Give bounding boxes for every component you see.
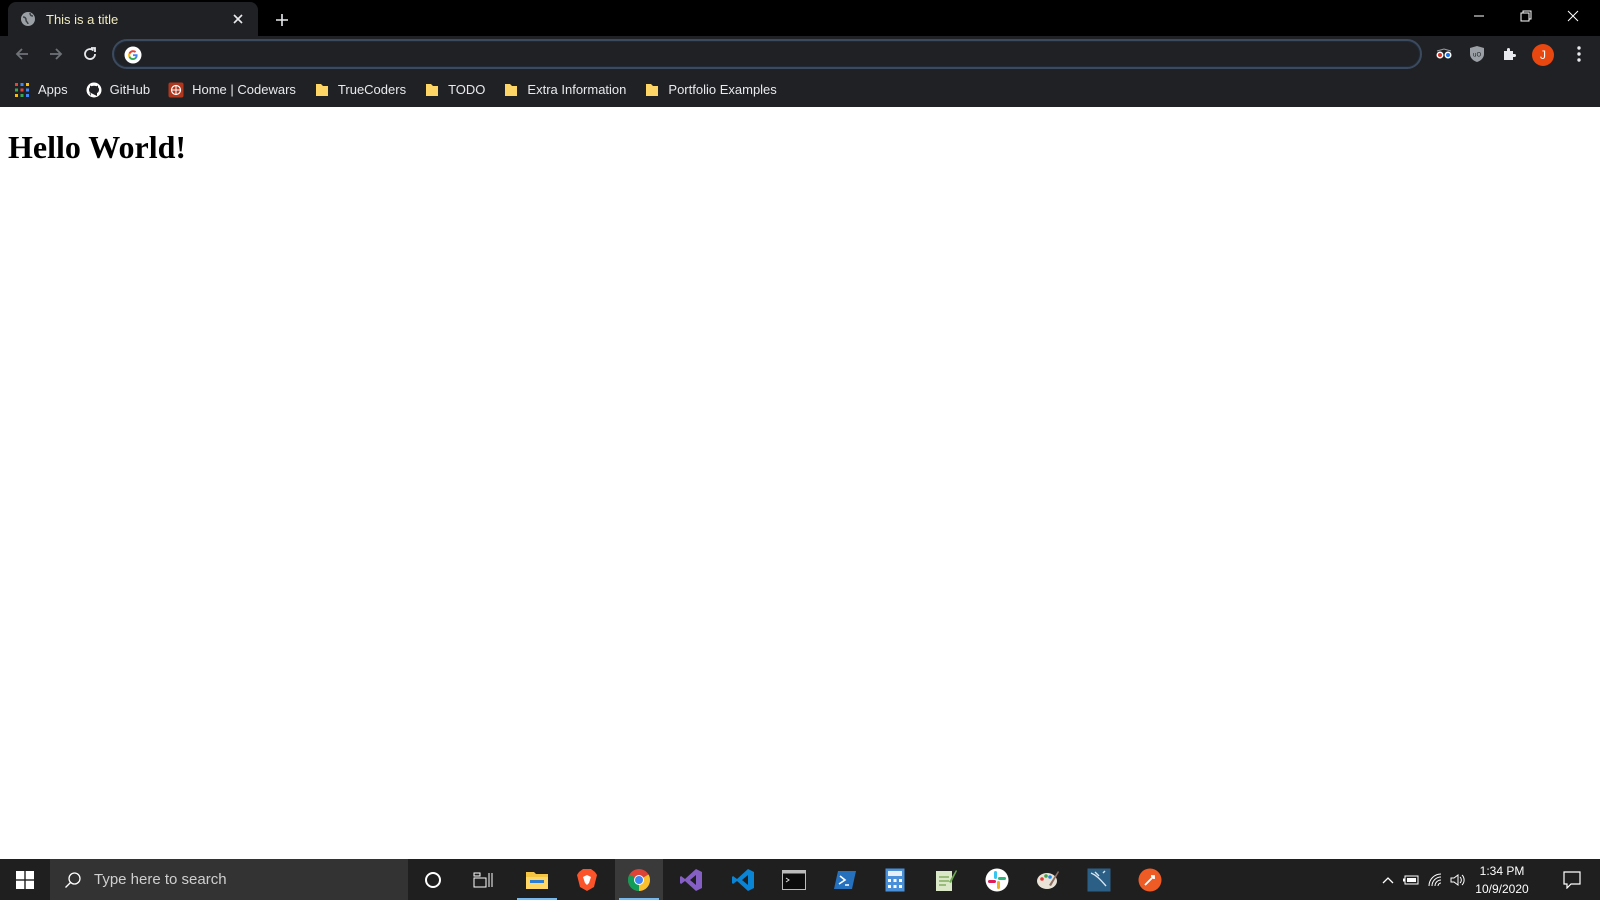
search-placeholder: Type here to search [94, 871, 227, 888]
paint-icon [1037, 870, 1059, 889]
bookmark-label: TrueCoders [337, 82, 407, 97]
taskbar-chrome[interactable] [615, 859, 663, 900]
file-explorer-icon [526, 871, 548, 889]
folder-icon [314, 82, 330, 98]
apps-grid-icon [14, 82, 30, 98]
bookmark-folder-extra-information[interactable]: Extra Information [503, 77, 634, 103]
windows-logo-icon [16, 870, 34, 889]
action-center-button[interactable] [1552, 859, 1592, 900]
postman-icon [1138, 868, 1162, 891]
battery-indicator[interactable] [1400, 859, 1422, 900]
extension-glasses-icon[interactable] [1430, 40, 1458, 68]
bookmark-folder-truecoders[interactable]: TrueCoders [314, 77, 414, 103]
slack-icon [985, 868, 1009, 891]
ublock-shield-icon[interactable]: uO [1463, 40, 1491, 68]
taskbar-clock[interactable]: 1:34 PM 10/9/2020 [1464, 862, 1540, 898]
vscode-icon [732, 868, 754, 891]
task-view-button[interactable] [459, 859, 507, 900]
page-viewport: Hello World! [0, 107, 1600, 859]
extensions-puzzle-icon[interactable] [1496, 40, 1524, 68]
network-indicator[interactable] [1424, 859, 1446, 900]
browser-tab[interactable]: This is a title [8, 2, 258, 36]
taskbar-brave[interactable] [563, 859, 611, 900]
notepad-icon [936, 869, 957, 891]
taskbar-vscode[interactable] [719, 859, 767, 900]
search-icon [65, 871, 81, 888]
clock-date: 10/9/2020 [1475, 882, 1529, 896]
bookmark-label: Home | Codewars [192, 82, 296, 97]
notification-icon [1563, 870, 1581, 889]
taskbar-notepad[interactable] [922, 859, 970, 900]
minimize-button[interactable] [1456, 0, 1502, 32]
taskbar-terminal[interactable] [770, 859, 818, 900]
bookmark-folder-todo[interactable]: TODO [424, 77, 493, 103]
google-icon [124, 46, 142, 64]
calculator-icon [885, 868, 905, 891]
close-window-button[interactable] [1550, 0, 1596, 32]
folder-icon [503, 82, 519, 98]
address-bar[interactable] [112, 39, 1422, 69]
bookmark-label: GitHub [109, 82, 151, 97]
task-view-icon [473, 872, 493, 887]
show-hidden-icons-chevron[interactable] [1378, 859, 1398, 900]
chevron-up-icon [1382, 876, 1394, 883]
taskbar-powershell[interactable] [821, 859, 869, 900]
bookmark-codewars[interactable]: Home | Codewars [168, 77, 304, 103]
taskbar-visual-studio[interactable] [667, 859, 715, 900]
folder-icon [424, 82, 440, 98]
battery-icon [1403, 875, 1419, 884]
github-icon [86, 82, 102, 98]
profile-initial: J [1540, 48, 1546, 62]
reload-button[interactable] [74, 38, 106, 70]
menu-kebab-icon[interactable] [1565, 40, 1593, 68]
globe-icon [20, 11, 36, 27]
close-tab-icon[interactable] [226, 7, 250, 31]
browser-toolbar: uO J [0, 36, 1600, 72]
windows-taskbar: Type here to search 1:34 PM 10/9/2020 [0, 859, 1600, 900]
taskbar-postman[interactable] [1126, 859, 1174, 900]
taskbar-calculator[interactable] [871, 859, 919, 900]
bookmark-github[interactable]: GitHub [86, 77, 158, 103]
brave-icon [577, 868, 597, 891]
svg-text:uO: uO [1473, 52, 1482, 59]
bookmark-label: Apps [38, 82, 68, 97]
bookmark-label: Portfolio Examples [668, 82, 777, 97]
start-button[interactable] [0, 859, 50, 900]
bookmark-label: TODO [448, 82, 486, 97]
powershell-icon [834, 870, 856, 889]
tab-title: This is a title [46, 11, 119, 27]
bookmark-apps[interactable]: Apps [14, 77, 76, 103]
back-button[interactable] [6, 38, 38, 70]
folder-icon [644, 82, 660, 98]
wifi-icon [1428, 873, 1442, 886]
profile-avatar[interactable]: J [1532, 44, 1554, 66]
clock-time: 1:34 PM [1479, 864, 1525, 878]
terminal-icon [782, 869, 806, 890]
codewars-icon [168, 82, 184, 98]
chrome-icon [628, 868, 650, 891]
bookmarks-bar: Apps GitHub Home | Codewars TrueCoders T… [0, 72, 1600, 107]
cortana-circle-icon [425, 871, 441, 888]
taskbar-search-box[interactable]: Type here to search [50, 859, 408, 900]
workbench-icon [1087, 868, 1111, 891]
browser-titlebar: This is a title [0, 0, 1600, 36]
taskbar-mysql-workbench[interactable] [1075, 859, 1123, 900]
forward-button[interactable] [40, 38, 72, 70]
new-tab-button[interactable] [268, 6, 296, 34]
restore-button[interactable] [1503, 0, 1549, 32]
visual-studio-icon [680, 868, 702, 891]
taskbar-slack[interactable] [973, 859, 1021, 900]
address-input[interactable] [150, 41, 1410, 67]
cortana-button[interactable] [409, 859, 457, 900]
taskbar-paint[interactable] [1024, 859, 1072, 900]
page-heading: Hello World! [8, 129, 187, 165]
bookmark-label: Extra Information [527, 82, 627, 97]
bookmark-folder-portfolio-examples[interactable]: Portfolio Examples [644, 77, 784, 103]
taskbar-file-explorer[interactable] [513, 859, 561, 900]
